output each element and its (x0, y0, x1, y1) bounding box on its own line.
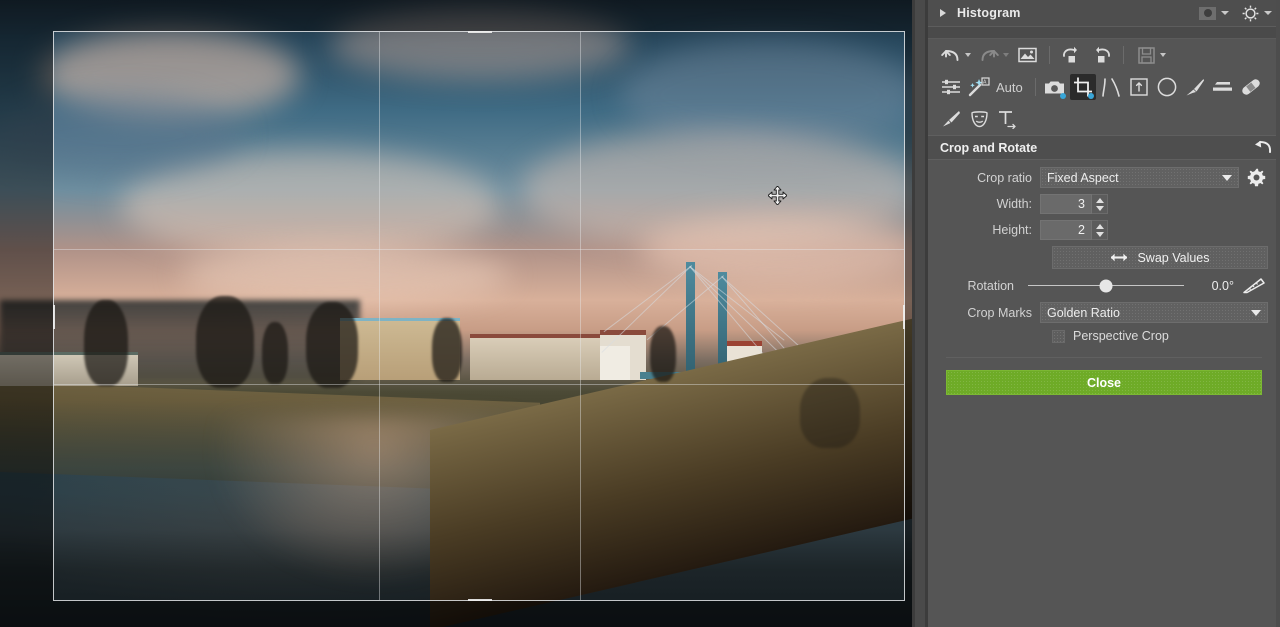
editor-side-panel: Histogram A Auto Crop and Rotate Crop ra… (928, 0, 1280, 627)
rotate-right-button[interactable] (1088, 43, 1114, 67)
crop-height-label: Height: (992, 223, 1032, 237)
photo-editor-window: Histogram A Auto Crop and Rotate Crop ra… (0, 0, 1280, 627)
exposure-tool-badge (1059, 93, 1066, 99)
image-canvas[interactable] (0, 0, 912, 627)
histogram-title: Histogram (957, 6, 1021, 20)
crop-width-stepper[interactable]: 3 (1040, 194, 1108, 214)
crop-height-input[interactable]: 2 (1040, 220, 1092, 240)
panel-scrollbar[interactable] (1276, 0, 1280, 627)
rotation-slider[interactable] (1028, 279, 1184, 292)
svg-text:A: A (983, 80, 987, 86)
adjustments-tool[interactable] (938, 74, 964, 100)
image-icon[interactable] (1014, 43, 1040, 67)
curves-tool[interactable] (1098, 74, 1124, 100)
panel-empty-area (928, 395, 1280, 627)
triangle-right-icon[interactable] (940, 9, 946, 17)
gradient-filter-icon[interactable] (1210, 74, 1236, 100)
perspective-crop-checkbox[interactable] (1052, 329, 1065, 343)
chevron-down-icon (1251, 309, 1261, 316)
rotate-left-button[interactable] (1059, 43, 1085, 67)
photograph (0, 0, 912, 627)
crop-ratio-label: Crop ratio (977, 170, 1032, 185)
chevron-down-icon (1222, 174, 1232, 181)
crop-width-label: Width: (996, 197, 1032, 211)
rotation-value: 0.0° (1211, 278, 1234, 293)
crop-width-row: Width: 3 (940, 194, 1268, 214)
text-tool-icon[interactable] (994, 106, 1020, 132)
crop-width-increment[interactable] (1095, 197, 1104, 203)
crop-height-decrement[interactable] (1095, 231, 1104, 237)
auto-label: Auto (996, 79, 1023, 95)
swap-values-button[interactable]: Swap Values (1052, 246, 1268, 269)
panel-divider (946, 357, 1262, 358)
reset-arrow-icon[interactable] (1254, 140, 1272, 155)
crop-marks-dropdown[interactable]: Golden Ratio (1040, 302, 1268, 323)
history-toolbar (928, 39, 1280, 71)
crop-height-stepper[interactable]: 2 (1040, 220, 1108, 240)
exposure-sun-icon[interactable] (1242, 5, 1259, 22)
edit-tools-row-1: A Auto (928, 71, 1280, 103)
histogram-collapsed-strip (928, 27, 1280, 39)
crop-tool-badge (1087, 93, 1094, 99)
crop-ratio-value: Fixed Aspect (1047, 170, 1119, 185)
perspective-crop-label: Perspective Crop (1073, 329, 1169, 343)
crop-marks-value: Golden Ratio (1047, 305, 1120, 320)
crop-and-rotate-section-header: Crop and Rotate (928, 135, 1280, 160)
crop-and-rotate-tool[interactable] (1069, 74, 1096, 100)
exposure-dropdown-caret-icon[interactable] (1264, 11, 1272, 15)
crop-width-input[interactable]: 3 (1040, 194, 1092, 214)
exposure-tool[interactable] (1042, 74, 1068, 100)
auto-enhance-tool[interactable]: A (966, 74, 992, 100)
brush-tool[interactable] (1182, 74, 1208, 100)
clipping-indicator-icon[interactable] (1199, 6, 1216, 20)
rotation-label: Rotation (967, 278, 1014, 293)
crop-marks-row: Crop Marks Golden Ratio (940, 302, 1268, 323)
swap-arrows-icon (1110, 252, 1128, 263)
rotation-row: Rotation 0.0° (940, 277, 1268, 294)
undo-dropdown-caret-icon[interactable] (965, 53, 971, 57)
undo-button[interactable] (938, 43, 964, 67)
gear-icon[interactable] (1244, 168, 1268, 187)
crop-height-increment[interactable] (1095, 223, 1104, 229)
canvas-scrollbar[interactable] (912, 0, 928, 627)
crop-marks-label: Crop Marks (967, 305, 1032, 320)
perspective-crop-row[interactable]: Perspective Crop (1052, 329, 1268, 343)
bandage-icon[interactable] (1238, 74, 1264, 100)
redo-button[interactable] (976, 43, 1002, 67)
clipping-dropdown-caret-icon[interactable] (1221, 11, 1229, 15)
crop-height-row: Height: 2 (940, 220, 1268, 240)
rotation-slider-knob[interactable] (1099, 279, 1113, 292)
face-mask-icon[interactable] (966, 106, 992, 132)
swap-values-label: Swap Values (1137, 250, 1210, 265)
crop-width-decrement[interactable] (1095, 205, 1104, 211)
close-button[interactable]: Close (946, 370, 1262, 395)
section-title: Crop and Rotate (940, 140, 1038, 155)
vignette-tool[interactable] (1154, 74, 1180, 100)
crop-ratio-row: Crop ratio Fixed Aspect (940, 167, 1268, 188)
crop-controls: Crop ratio Fixed Aspect Width: 3 Height:… (928, 160, 1280, 395)
perspective-tool[interactable] (1126, 74, 1152, 100)
straighten-ruler-icon[interactable] (1240, 277, 1268, 294)
retouch-tool[interactable] (938, 106, 964, 132)
save-button[interactable] (1133, 43, 1159, 67)
save-dropdown-caret-icon[interactable] (1160, 53, 1166, 57)
crop-ratio-dropdown[interactable]: Fixed Aspect (1040, 167, 1239, 188)
edit-tools-row-2 (928, 103, 1280, 135)
histogram-header[interactable]: Histogram (928, 0, 1280, 27)
redo-dropdown-caret-icon[interactable] (1003, 53, 1009, 57)
